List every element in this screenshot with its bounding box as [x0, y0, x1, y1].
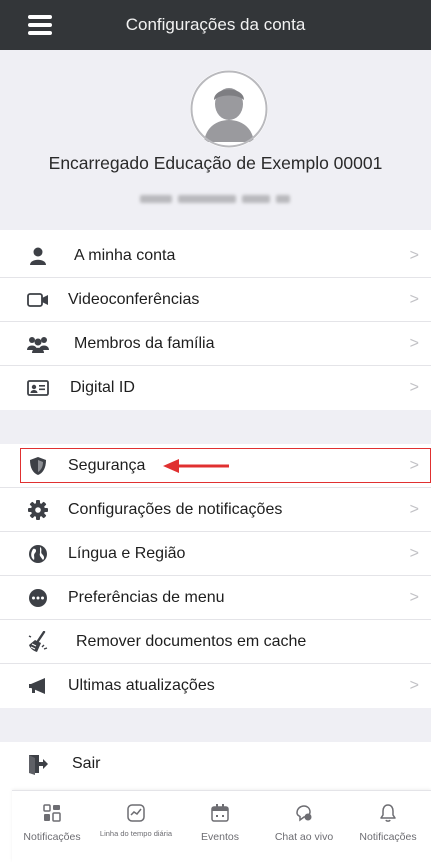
tab-notifications-bell[interactable]: Notificações [348, 791, 428, 853]
chevron-right-icon: > [409, 246, 419, 264]
settings-group-logout: Sair [0, 742, 431, 786]
chevron-right-icon: > [409, 456, 419, 474]
chevron-right-icon: > [409, 677, 419, 694]
profile-name: Encarregado Educação de Exemplo 00001 [48, 153, 383, 173]
chevron-right-icon: > [409, 290, 419, 308]
page-title: Configurações da conta [125, 15, 306, 34]
profile-detail-redacted [140, 190, 318, 208]
menu-item-label: Videoconferências [68, 290, 200, 308]
tab-live-chat[interactable]: Chat ao vivo [264, 791, 344, 853]
menu-item-notification-settings[interactable]: Configurações de notificações > [0, 488, 431, 532]
tab-events[interactable]: Eventos [180, 791, 260, 853]
menu-item-label: Segurança [68, 456, 146, 474]
globe-icon [26, 543, 50, 565]
menu-item-label: Preferências de menu [68, 588, 225, 606]
menu-item-label: Ultimas atualizações [68, 677, 215, 694]
tab-label: Notificações [23, 831, 81, 843]
family-group-icon [26, 333, 50, 355]
hamburger-menu-icon[interactable] [28, 15, 52, 35]
chevron-right-icon: > [409, 544, 419, 562]
broom-icon [26, 630, 50, 653]
gear-icon [26, 499, 50, 521]
settings-group-account: A minha conta > Videoconferências > Memb… [0, 234, 431, 410]
sign-out-icon [26, 753, 50, 775]
shield-icon [26, 455, 50, 477]
chevron-right-icon: > [409, 588, 419, 606]
chevron-right-icon: > [409, 379, 419, 396]
tab-label: Linha do tempo diária [99, 829, 173, 838]
ellipsis-circle-icon [26, 587, 50, 609]
user-avatar-icon [190, 70, 268, 148]
menu-item-label: Sair [72, 755, 101, 772]
menu-item-digital-id[interactable]: Digital ID > [0, 366, 431, 410]
menu-item-family-members[interactable]: Membros da família > [0, 322, 431, 366]
menu-item-language-region[interactable]: Língua e Região > [0, 532, 431, 576]
menu-item-label: Remover documentos em cache [76, 632, 307, 650]
chat-bubble-icon [296, 805, 312, 822]
menu-item-label: Digital ID [70, 379, 135, 396]
app-header: Configurações da conta [0, 0, 431, 50]
menu-item-label: Configurações de notificações [68, 500, 283, 518]
id-card-icon [26, 377, 50, 399]
chevron-right-icon: > [409, 500, 419, 518]
profile-section: Encarregado Educação de Exemplo 00001 [0, 50, 431, 230]
bottom-tab-bar: Notificações Linha do tempo diária Event… [12, 790, 431, 862]
section-divider [0, 708, 431, 742]
megaphone-icon [26, 675, 50, 697]
menu-item-my-account[interactable]: A minha conta > [0, 234, 431, 278]
menu-item-menu-preferences[interactable]: Preferências de menu > [0, 576, 431, 620]
timeline-chart-icon [127, 804, 145, 822]
bell-icon [380, 804, 396, 822]
person-icon [26, 245, 50, 267]
settings-group-preferences: Segurança > Configurações de notificaçõe… [0, 444, 431, 708]
menu-item-label: Membros da família [74, 334, 215, 352]
menu-item-sign-out[interactable]: Sair [0, 742, 431, 786]
calendar-icon [211, 804, 229, 822]
menu-item-videoconferences[interactable]: Videoconferências > [0, 278, 431, 322]
menu-item-label: Língua e Região [68, 544, 186, 562]
dashboard-grid-icon [43, 804, 61, 822]
chevron-right-icon: > [409, 334, 419, 352]
tab-label: Eventos [201, 831, 239, 843]
tab-daily-timeline[interactable]: Linha do tempo diária [96, 791, 176, 853]
tab-label: Notificações [359, 831, 417, 843]
menu-item-latest-updates[interactable]: Ultimas atualizações > [0, 664, 431, 708]
menu-item-remove-cached-documents[interactable]: Remover documentos em cache [0, 620, 431, 664]
annotation-arrow-icon [163, 459, 229, 473]
menu-item-label: A minha conta [74, 246, 176, 264]
tab-notifications[interactable]: Notificações [12, 791, 92, 853]
tab-label: Chat ao vivo [274, 831, 334, 843]
video-camera-icon [26, 289, 50, 311]
section-divider [0, 410, 431, 444]
